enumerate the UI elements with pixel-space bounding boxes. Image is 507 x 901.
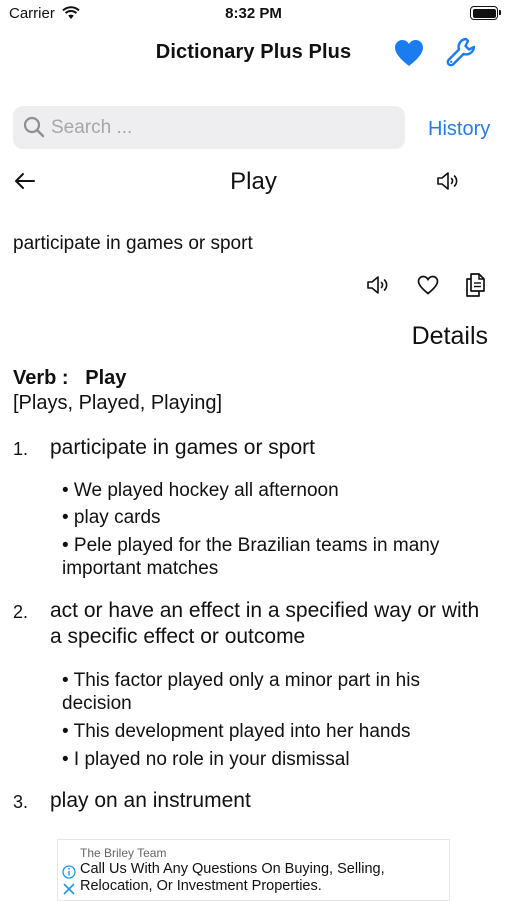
example-sentence: • play cards — [62, 507, 161, 528]
speaker-icon — [366, 274, 392, 296]
status-bar: Carrier 8:32 PM — [0, 0, 507, 28]
example-sentence: • Pele played for the Brazilian teams in… — [62, 535, 440, 579]
battery-icon — [470, 6, 501, 20]
favorite-button[interactable] — [416, 274, 440, 296]
search-input[interactable] — [51, 106, 391, 149]
sense-number: 1. — [13, 439, 29, 459]
ad-brand: The Briley Team — [80, 846, 167, 860]
copy-button[interactable] — [464, 272, 486, 298]
entry-word: Play — [230, 168, 277, 195]
copy-icon — [464, 272, 486, 298]
heart-outline-icon — [416, 274, 440, 296]
clock: 8:32 PM — [225, 5, 282, 22]
word-forms: [Plays, Played, Playing] — [13, 392, 222, 414]
ad-text[interactable]: Call Us With Any Questions On Buying, Se… — [80, 861, 440, 895]
history-button[interactable]: History — [428, 118, 490, 141]
sense-definition: participate in games or sport — [50, 436, 315, 459]
settings-button[interactable] — [444, 35, 480, 71]
example-sentence: • I played no role in your dismissal — [62, 749, 350, 770]
part-of-speech-line: Verb : Play — [13, 367, 126, 390]
example-sentence: • This development played into her hands — [62, 721, 411, 742]
sense-definition: act or have an effect in a specified way… — [50, 599, 480, 648]
pronounce-button[interactable] — [436, 170, 462, 192]
app-title: Dictionary Plus Plus — [155, 41, 352, 63]
info-icon[interactable] — [62, 865, 76, 879]
sense-number: 2. — [13, 602, 29, 622]
search-icon — [23, 116, 45, 138]
heart-icon — [392, 37, 426, 69]
speak-definition-button[interactable] — [366, 274, 392, 296]
close-icon[interactable] — [63, 883, 75, 895]
wrench-icon — [444, 35, 480, 71]
ad-banner[interactable]: The Briley Team Call Us With Any Questio… — [57, 839, 450, 901]
example-sentence: • We played hockey all afternoon — [62, 480, 339, 501]
favorites-button[interactable] — [392, 37, 426, 69]
search-bar[interactable] — [13, 106, 405, 149]
sense-number: 3. — [13, 792, 29, 812]
speaker-icon — [436, 170, 462, 192]
short-definition: participate in games or sport — [13, 233, 253, 254]
headword: Play — [85, 367, 127, 389]
example-sentence: • This factor played only a minor part i… — [62, 670, 420, 714]
part-of-speech: Verb : — [13, 367, 69, 389]
details-heading: Details — [411, 322, 488, 350]
sense-definition: play on an instrument — [50, 789, 251, 812]
